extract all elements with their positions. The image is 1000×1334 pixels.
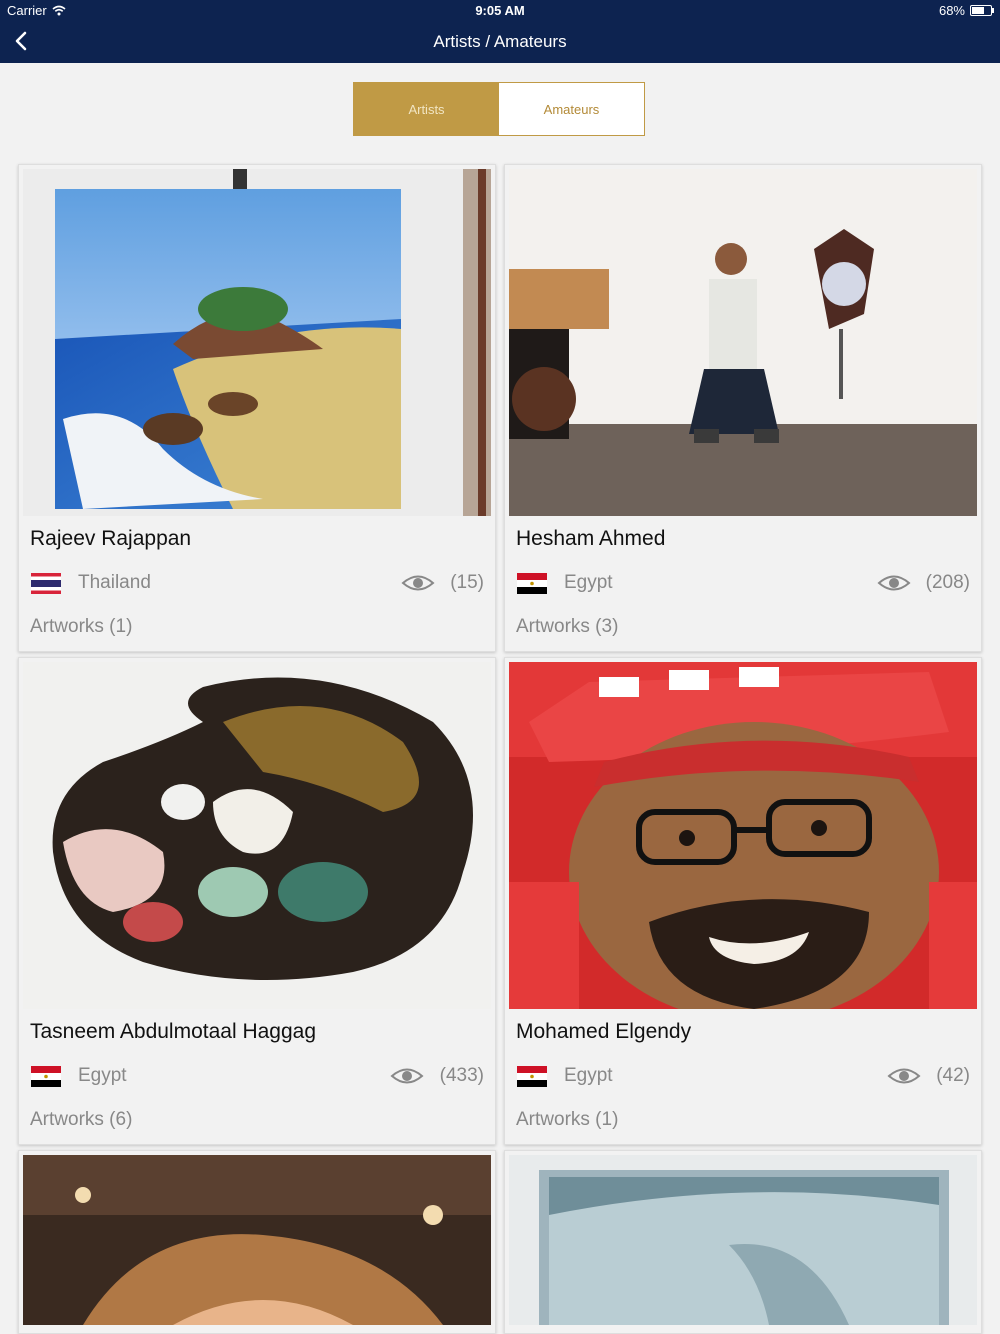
artworks-count: Artworks (1): [30, 616, 133, 637]
seascape-painting-image: [23, 169, 491, 516]
artist-card[interactable]: Hesham Ahmed Egypt (208) Artworks (3): [504, 164, 982, 652]
segment-artists[interactable]: Artists: [354, 83, 499, 135]
egypt-flag-icon: [31, 1066, 61, 1087]
artist-card[interactable]: [18, 1150, 496, 1334]
artist-country: Egypt: [78, 1065, 127, 1086]
artist-photo: [23, 662, 491, 1009]
artist-country: Egypt: [564, 1065, 613, 1086]
eye-icon: [887, 1068, 921, 1084]
artist-name: Tasneem Abdulmotaal Haggag: [30, 1020, 317, 1043]
artist-photo: [23, 1155, 491, 1325]
view-count: (42): [936, 1065, 970, 1086]
view-count: (433): [439, 1065, 484, 1086]
artist-photo: [509, 1155, 977, 1325]
eye-icon: [390, 1068, 424, 1084]
battery-percent: 68%: [938, 3, 965, 18]
artworks-count: Artworks (1): [516, 1109, 619, 1130]
artworks-count: Artworks (6): [30, 1109, 133, 1130]
clock: 9:05 AM: [475, 3, 525, 18]
artist-name: Rajeev Rajappan: [30, 527, 192, 550]
portrait-photo-image: [23, 1155, 491, 1325]
artist-type-segmented-control: Artists Amateurs: [353, 82, 645, 136]
artist-photo: [509, 169, 977, 516]
battery-icon: [970, 5, 994, 16]
artist-country: Thailand: [78, 572, 151, 593]
segment-amateurs[interactable]: Amateurs: [499, 83, 644, 135]
man-in-red-cap-image: [509, 662, 977, 1009]
navigation-bar: Artists / Amateurs: [0, 22, 1000, 63]
egypt-flag-icon: [517, 573, 547, 594]
status-bar: Carrier 9:05 AM 68%: [0, 0, 1000, 22]
paint-palette-image: [23, 662, 491, 1009]
artist-card[interactable]: [504, 1150, 982, 1334]
egypt-flag-icon: [517, 1066, 547, 1087]
thailand-flag-icon: [31, 573, 61, 594]
man-in-gallery-image: [509, 169, 977, 516]
artist-photo: [23, 169, 491, 516]
page-title: Artists / Amateurs: [433, 32, 567, 51]
framed-artwork-image: [509, 1155, 977, 1325]
view-count: (208): [925, 572, 970, 593]
artist-card[interactable]: Tasneem Abdulmotaal Haggag Egypt (433) A…: [18, 657, 496, 1145]
eye-icon: [401, 575, 435, 591]
artworks-count: Artworks (3): [516, 616, 619, 637]
artist-country: Egypt: [564, 572, 613, 593]
artist-card[interactable]: Mohamed Elgendy Egypt (42) Artworks (1): [504, 657, 982, 1145]
eye-icon: [877, 575, 911, 591]
artist-name: Hesham Ahmed: [516, 527, 666, 550]
view-count: (15): [450, 572, 484, 593]
battery-indicator: 68%: [938, 3, 994, 18]
artist-photo: [509, 662, 977, 1009]
artist-name: Mohamed Elgendy: [516, 1020, 692, 1043]
artist-card[interactable]: Rajeev Rajappan Thailand (15) Artworks (…: [18, 164, 496, 652]
